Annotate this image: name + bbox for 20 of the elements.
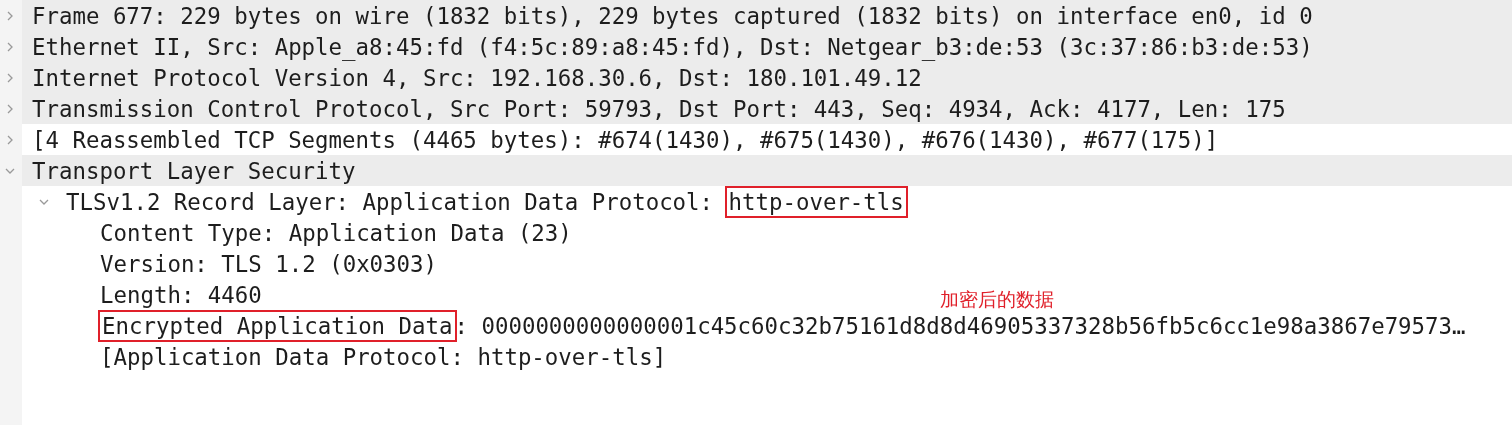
tree-item-text: Frame 677: 229 bytes on wire (1832 bits), 229 bytes captured (1832 bits) on interface en0, id 0 bbox=[32, 1, 1313, 30]
tree-item-text: Ethernet II, Src: Apple_a8:45:fd (f4:5c:89:a8:45:fd), Dst: Netgear_b3:de:53 (3c:37:86:b3:de:53) bbox=[32, 32, 1313, 61]
tree-item-text: [Application Data Protocol: http-over-tls] bbox=[100, 342, 667, 371]
tree-item-text: TLSv1.2 Record Layer: Application Data Protocol: bbox=[66, 187, 715, 216]
tree-item-text: [4 Reassembled TCP Segments (4465 bytes): #674(1430), #675(1430), #676(1430), #677(175)] bbox=[32, 125, 1219, 154]
tree-item-text: Transport Layer Security bbox=[32, 156, 356, 185]
tree-item-text: Version: TLS 1.2 (0x0303) bbox=[100, 249, 437, 278]
tree-item-text: Length: 4460 bbox=[100, 280, 262, 309]
annotated-text: http-over-tls bbox=[726, 187, 906, 216]
annotation-note: 加密后的数据 bbox=[940, 288, 1054, 312]
annotated-text: Encrypted Application Data bbox=[100, 311, 455, 340]
tree-item-text: Content Type: Application Data (23) bbox=[100, 218, 572, 247]
chevron-right-icon[interactable] bbox=[5, 10, 15, 21]
chevron-right-icon[interactable] bbox=[5, 41, 15, 52]
chevron-right-icon[interactable] bbox=[5, 72, 15, 83]
chevron-right-icon[interactable] bbox=[5, 134, 15, 145]
tree-item-text: Internet Protocol Version 4, Src: 192.168.30.6, Dst: 180.101.49.12 bbox=[32, 63, 922, 92]
tree-item-text: : 0000000000000001c45c60c32b75161d8d8d46905337328b56fb5c6cc1e98a3867e79573… bbox=[454, 311, 1466, 340]
tree-item-text: Transmission Control Protocol, Src Port: 59793, Dst Port: 443, Seq: 4934, Ack: 4177, Len: 175 bbox=[32, 94, 1286, 123]
chevron-right-icon[interactable] bbox=[5, 103, 15, 114]
